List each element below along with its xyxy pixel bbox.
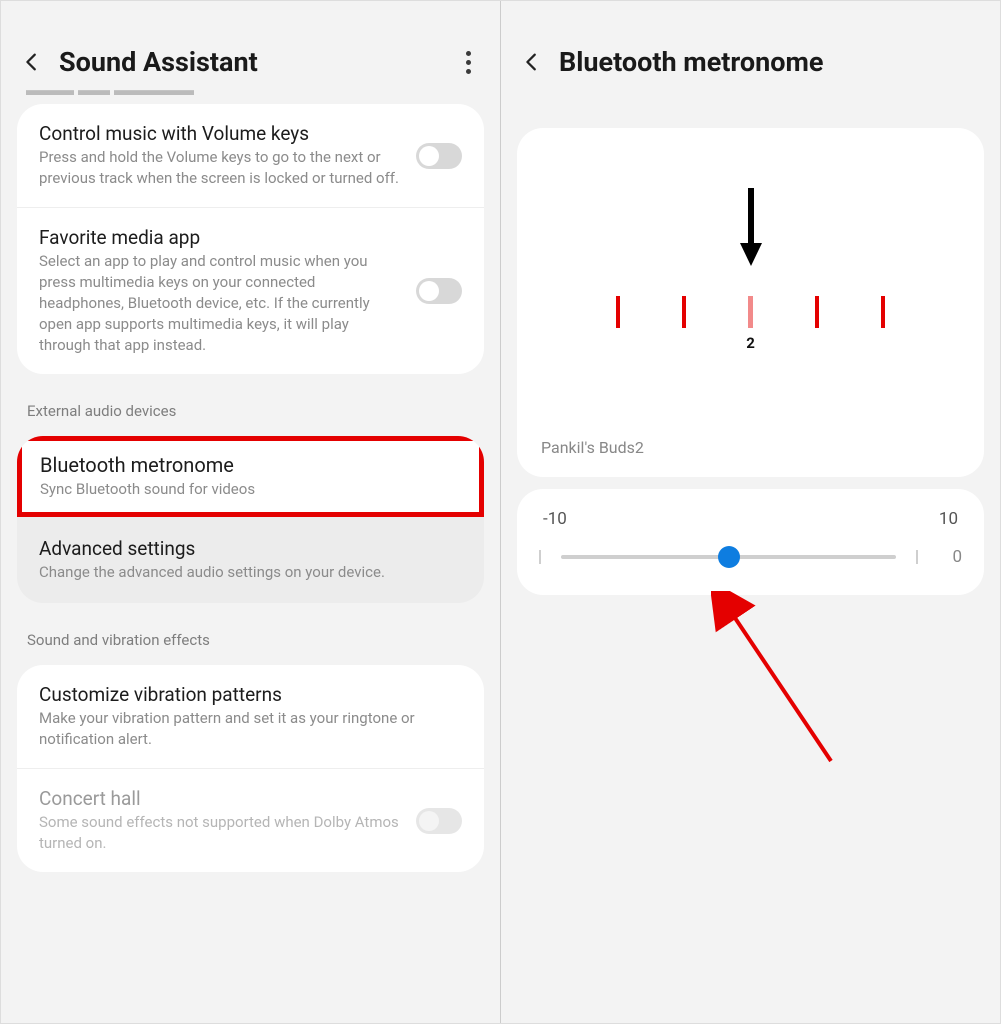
slider-end-left [539, 550, 541, 564]
item-advanced-settings[interactable]: Advanced settings Change the advanced au… [17, 517, 484, 603]
item-title: Control music with Volume keys [39, 122, 402, 145]
item-concert-hall[interactable]: Concert hall Some sound effects not supp… [17, 768, 484, 872]
sync-offset-slider-card: -10 10 0 [517, 489, 984, 595]
back-icon[interactable] [521, 51, 543, 73]
metronome-tick [815, 296, 819, 328]
back-icon[interactable] [21, 51, 43, 73]
item-title: Bluetooth metronome [40, 453, 461, 477]
indicator-arrow-icon [740, 188, 762, 266]
item-title: Concert hall [39, 787, 402, 810]
metronome-tick [616, 296, 620, 328]
item-favorite-media-app[interactable]: Favorite media app Select an app to play… [17, 207, 484, 374]
sync-offset-slider[interactable] [561, 555, 896, 559]
annotation-arrow-icon [711, 591, 851, 771]
item-title: Advanced settings [39, 537, 462, 560]
item-subtitle: Some sound effects not supported when Do… [39, 812, 402, 854]
metronome-tick [881, 296, 885, 328]
slider-min-label: -10 [543, 509, 567, 529]
sound-assistant-screen: Sound Assistant ▬▬▬ ▬▬ ▬▬▬▬▬ Control mus… [1, 1, 501, 1023]
metronome-tick-label: 2 [746, 334, 755, 352]
connected-device-label: Pankil's Buds2 [537, 438, 964, 457]
bluetooth-metronome-screen: Bluetooth metronome 2 Pankil's Buds2 -10… [501, 1, 1000, 1023]
card-sound-vibration: Customize vibration patterns Make your v… [17, 665, 484, 872]
toggle-concert-hall [416, 808, 462, 834]
slider-end-right [916, 550, 918, 564]
card-external-audio: Bluetooth metronome Sync Bluetooth sound… [17, 436, 484, 517]
metronome-visualizer: 2 Pankil's Buds2 [517, 128, 984, 477]
item-bluetooth-metronome[interactable]: Bluetooth metronome Sync Bluetooth sound… [17, 436, 484, 517]
metronome-tick-active [748, 296, 753, 328]
slider-thumb[interactable] [718, 546, 740, 568]
item-subtitle: Press and hold the Volume keys to go to … [39, 147, 402, 189]
item-customize-vibration[interactable]: Customize vibration patterns Make your v… [17, 665, 484, 768]
item-subtitle: Sync Bluetooth sound for videos [40, 479, 461, 500]
header: Bluetooth metronome [501, 1, 1000, 108]
section-label-external-audio: External audio devices [1, 380, 500, 430]
slider-max-label: 10 [939, 509, 958, 529]
card-media-controls: Control music with Volume keys Press and… [17, 104, 484, 374]
more-options-icon[interactable] [460, 48, 480, 76]
page-title: Bluetooth metronome [559, 46, 980, 78]
toggle-control-music[interactable] [416, 143, 462, 169]
toggle-favorite-media[interactable] [416, 278, 462, 304]
item-subtitle: Select an app to play and control music … [39, 251, 402, 356]
page-title: Sound Assistant [59, 46, 460, 78]
slider-value: 0 [938, 547, 962, 567]
item-title: Favorite media app [39, 226, 402, 249]
cutoff-previous-item: ▬▬▬ ▬▬ ▬▬▬▬▬ [1, 90, 500, 98]
section-label-sound-vibration: Sound and vibration effects [1, 609, 500, 659]
item-subtitle: Make your vibration pattern and set it a… [39, 708, 462, 750]
item-subtitle: Change the advanced audio settings on yo… [39, 562, 462, 583]
item-title: Customize vibration patterns [39, 683, 462, 706]
metronome-tick [682, 296, 686, 328]
item-control-music[interactable]: Control music with Volume keys Press and… [17, 104, 484, 207]
